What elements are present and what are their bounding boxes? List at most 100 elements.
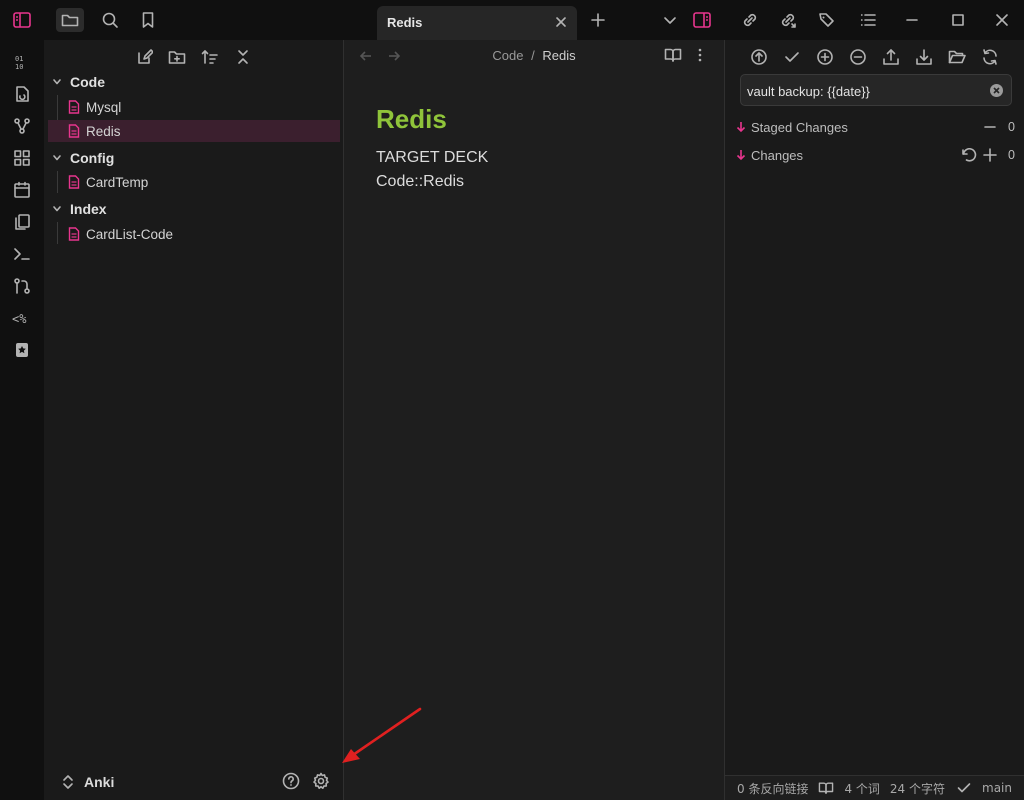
- new-note-button[interactable]: [134, 46, 156, 68]
- graph-view-icon[interactable]: [12, 116, 32, 136]
- minimize-icon: [905, 13, 919, 27]
- tab-redis[interactable]: Redis: [377, 6, 577, 40]
- file-icon: [68, 175, 80, 189]
- breadcrumb-parent[interactable]: Code: [492, 48, 523, 63]
- commit-message-input[interactable]: [747, 81, 977, 101]
- pull-button[interactable]: [913, 46, 935, 68]
- git-branch[interactable]: main: [982, 781, 1012, 795]
- staged-changes-label: Staged Changes: [751, 119, 848, 135]
- outgoing-links-view-button[interactable]: [774, 8, 802, 32]
- search-view-button[interactable]: [96, 8, 124, 32]
- chevron-down-icon: [48, 204, 66, 214]
- staged-count: 0: [1008, 120, 1015, 134]
- note-line[interactable]: Code::Redis: [376, 173, 464, 191]
- vault-switcher-icon[interactable]: [62, 774, 74, 790]
- minimize-button[interactable]: [898, 8, 926, 32]
- link-out-icon: [779, 11, 797, 29]
- sort-numeric-icon[interactable]: 01 10: [12, 52, 32, 72]
- file-label: CardList-Code: [86, 226, 174, 242]
- clear-input-icon[interactable]: [990, 84, 1003, 97]
- collapse-icon: [235, 49, 251, 65]
- new-folder-button[interactable]: [166, 46, 188, 68]
- minus-circle-icon: [849, 48, 867, 66]
- close-icon[interactable]: [553, 14, 569, 30]
- toggle-right-sidebar-button[interactable]: [688, 8, 716, 32]
- backlinks-count[interactable]: 0 条反向链接: [737, 780, 808, 797]
- backlinks-view-button[interactable]: [736, 8, 764, 32]
- reading-mode-icon[interactable]: [818, 781, 834, 795]
- stage-plus-icon[interactable]: [983, 148, 997, 162]
- unstage-all-button[interactable]: [847, 46, 869, 68]
- tags-view-button[interactable]: [813, 8, 841, 32]
- refresh-button[interactable]: [979, 46, 1001, 68]
- folder-code[interactable]: Code: [48, 71, 105, 93]
- grid-icon[interactable]: [12, 148, 32, 168]
- plus-icon: [590, 12, 606, 28]
- note-line[interactable]: TARGET DECK: [376, 149, 488, 167]
- anki-star-icon[interactable]: [12, 340, 32, 360]
- char-count: 24 个字符: [889, 781, 945, 796]
- collapse-all-button[interactable]: [232, 46, 254, 68]
- changes-label: Changes: [751, 147, 804, 163]
- open-folder-button[interactable]: [946, 46, 968, 68]
- file-sync-icon[interactable]: [12, 84, 32, 104]
- terminal-icon[interactable]: [12, 244, 32, 264]
- sort-button[interactable]: [199, 46, 221, 68]
- breadcrumb-separator: /: [531, 48, 535, 63]
- git-compare-icon[interactable]: [12, 276, 32, 296]
- stage-all-button[interactable]: [814, 46, 836, 68]
- vault-name[interactable]: Anki: [84, 774, 114, 790]
- file-cardtemp[interactable]: CardTemp: [48, 171, 340, 193]
- templater-icon[interactable]: <%: [12, 308, 32, 328]
- push-button[interactable]: [748, 46, 770, 68]
- new-tab-button[interactable]: [584, 8, 612, 32]
- settings-gear-icon[interactable]: [312, 772, 330, 790]
- folder-plus-icon: [168, 49, 186, 65]
- plus-circle-icon: [816, 48, 834, 66]
- left-ribbon: 01 10 <%: [0, 40, 44, 800]
- note-title[interactable]: Redis: [376, 104, 447, 135]
- tab-list-button[interactable]: [656, 8, 684, 32]
- staged-changes-header[interactable]: Staged Changes 0: [735, 117, 1015, 137]
- files-view-button[interactable]: [56, 8, 84, 32]
- toggle-left-sidebar-button[interactable]: [8, 8, 36, 32]
- svg-text:01: 01: [15, 55, 23, 63]
- more-options-icon[interactable]: [696, 47, 704, 63]
- chevron-down-icon: [662, 12, 678, 28]
- svg-text:10: 10: [15, 63, 23, 71]
- commit-button[interactable]: [781, 46, 803, 68]
- folder-index[interactable]: Index: [48, 198, 107, 220]
- copy-icon[interactable]: [12, 212, 32, 232]
- outline-view-button[interactable]: [854, 8, 882, 32]
- status-bar: 0 条反向链接 4 个词 24 个字符 main: [724, 775, 1024, 800]
- folder-label: Code: [70, 74, 105, 90]
- file-cardlist-code[interactable]: CardList-Code: [48, 223, 340, 245]
- sidebar-left-icon: [13, 12, 31, 28]
- file-label: CardTemp: [86, 174, 149, 190]
- reading-view-icon[interactable]: [664, 47, 682, 63]
- svg-text:<%: <%: [12, 312, 27, 326]
- arrow-up-circle-icon: [750, 48, 768, 66]
- sync-check-icon[interactable]: [957, 781, 971, 795]
- bookmarks-view-button[interactable]: [134, 8, 162, 32]
- changes-header[interactable]: Changes 0: [735, 145, 1015, 165]
- unstage-minus-icon[interactable]: [983, 120, 997, 134]
- upload-button[interactable]: [880, 46, 902, 68]
- file-icon: [68, 124, 80, 138]
- file-label: Redis: [86, 123, 121, 139]
- close-window-button[interactable]: [988, 8, 1016, 32]
- chevron-down-icon: [48, 77, 66, 87]
- close-icon: [995, 13, 1009, 27]
- folder-config[interactable]: Config: [48, 147, 114, 169]
- vault-bar: Anki: [44, 764, 343, 800]
- folder-label: Config: [70, 150, 115, 166]
- maximize-button[interactable]: [944, 8, 972, 32]
- help-icon[interactable]: [282, 772, 300, 790]
- discard-undo-icon[interactable]: [961, 148, 977, 162]
- file-redis[interactable]: Redis: [48, 120, 340, 142]
- download-icon: [915, 48, 933, 66]
- search-icon: [101, 11, 119, 29]
- breadcrumb-current[interactable]: Redis: [542, 48, 575, 63]
- file-mysql[interactable]: Mysql: [48, 96, 340, 118]
- calendar-icon[interactable]: [12, 180, 32, 200]
